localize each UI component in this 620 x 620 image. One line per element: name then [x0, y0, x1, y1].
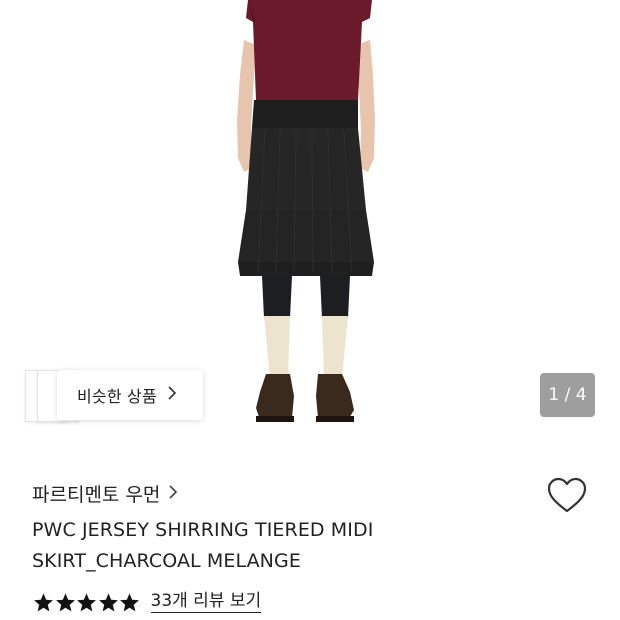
- brand-link[interactable]: 파르티멘토 우먼: [32, 480, 178, 507]
- star-icon: [55, 592, 75, 611]
- product-title: PWC JERSEY SHIRRING TIERED MIDI SKIRT_CH…: [32, 515, 512, 577]
- star-icon: [77, 592, 96, 611]
- chevron-right-icon: [167, 385, 177, 405]
- similar-products-label: 비슷한 상품: [77, 387, 157, 406]
- product-rating: 33개 리뷰 보기: [33, 591, 262, 613]
- product-title-line: SKIRT_CHARCOAL MELANGE: [32, 550, 301, 572]
- product-info: 파르티멘토 우먼 PWC JERSEY SHIRRING TIERED MIDI…: [0, 440, 620, 620]
- product-title-line: PWC JERSEY SHIRRING TIERED MIDI: [32, 519, 374, 541]
- reviews-link[interactable]: 33개 리뷰 보기: [150, 591, 262, 613]
- brand-name: 파르티멘토 우먼: [32, 484, 161, 506]
- star-icon: [34, 592, 53, 611]
- chevron-right-icon: [168, 483, 178, 505]
- star-icon: [98, 592, 118, 611]
- wishlist-button[interactable]: [547, 477, 587, 515]
- star-rating: [33, 592, 141, 613]
- similar-products-button[interactable]: 비슷한 상품: [57, 370, 203, 420]
- heart-outline-icon: [547, 477, 587, 513]
- image-counter: 1 / 4: [540, 373, 595, 417]
- star-icon: [120, 592, 139, 611]
